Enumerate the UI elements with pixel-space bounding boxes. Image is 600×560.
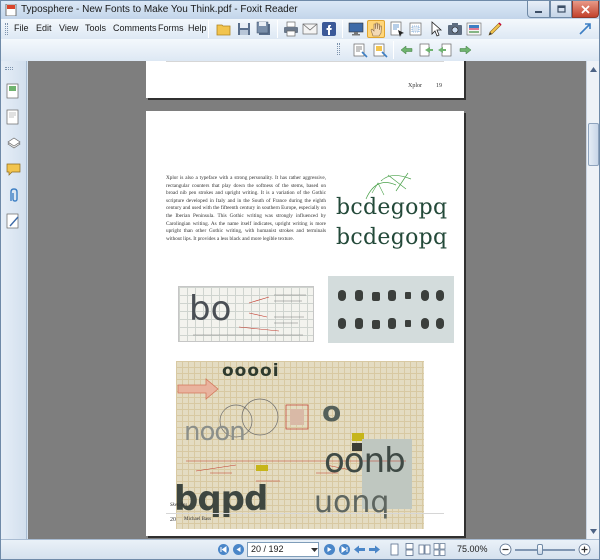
minimize-button[interactable] [527, 1, 550, 18]
foxit-window: Typosphere - New Fonts to Make You Think… [0, 0, 600, 560]
toolbar-separator [393, 41, 394, 59]
menu-forms[interactable]: Forms [158, 23, 184, 33]
forward-view-icon[interactable] [456, 41, 474, 59]
page-number-field[interactable]: 20 / 192 [247, 542, 319, 557]
menu-file[interactable]: File [14, 23, 29, 33]
menu-bar: File Edit View Tools Comments Forms Help [1, 19, 599, 39]
page-author: Michael Bass [184, 517, 212, 522]
maximize-button[interactable] [550, 1, 572, 18]
scroll-up-icon[interactable] [588, 63, 599, 75]
body-paragraph: Xplor is also a typeface with a strong p… [166, 175, 326, 242]
last-page-icon[interactable] [338, 543, 351, 556]
page-footer-number: 19 [436, 83, 442, 89]
figure-caption: Sketches [170, 503, 188, 508]
sketch-oonb-text: oonb [324, 441, 406, 481]
comments-icon[interactable] [6, 161, 22, 179]
sketch-composite: ooooi noon o oonb bqpd uonq [174, 361, 424, 529]
menu-comments[interactable]: Comments [113, 23, 157, 33]
title-bar: Typosphere - New Fonts to Make You Think… [1, 1, 599, 19]
toolbar-separator [342, 20, 343, 38]
save-as-icon[interactable] [255, 20, 273, 38]
page-footer-title: Xplor [408, 83, 422, 89]
print-icon[interactable] [282, 20, 300, 38]
menu-grip[interactable] [5, 23, 8, 35]
specimen-line-2: bcdegopq [336, 225, 448, 250]
navigation-panel [1, 61, 27, 539]
specimen-line-1: bcdegopq [336, 195, 448, 220]
status-bar: 20 / 192 75.00% [1, 539, 599, 559]
foxit-app-icon [5, 3, 17, 17]
toolbar-separator [208, 20, 209, 38]
arrow-icon[interactable] [576, 20, 594, 38]
continuous-page-icon[interactable] [403, 543, 416, 556]
counters-image [328, 276, 454, 343]
bookmarks-icon[interactable] [6, 109, 22, 127]
panel-grip[interactable] [5, 67, 13, 70]
menu-help[interactable]: Help [188, 23, 207, 33]
snapshot-icon[interactable] [408, 20, 426, 38]
menu-view[interactable]: View [59, 23, 78, 33]
back-view-icon[interactable] [398, 41, 416, 59]
typewriter-icon[interactable] [351, 41, 369, 59]
menu-tools[interactable]: Tools [85, 23, 106, 33]
first-page-icon[interactable] [217, 543, 230, 556]
scroll-thumb[interactable] [588, 123, 599, 166]
single-page-icon[interactable] [388, 543, 401, 556]
paperclip-icon[interactable] [6, 187, 22, 205]
window-title: Typosphere - New Fonts to Make You Think… [21, 4, 298, 15]
document-viewport[interactable]: Xplor 19 Xplor is also a typeface with a… [28, 61, 586, 539]
footer-rule [166, 513, 444, 514]
pdf-page: Xplor is also a typeface with a strong p… [146, 111, 464, 536]
open-folder-icon[interactable] [215, 20, 233, 38]
monitor-icon[interactable] [347, 20, 365, 38]
facebook-icon[interactable] [320, 20, 338, 38]
facing-pages-icon[interactable] [418, 543, 431, 556]
pencil-icon[interactable] [486, 20, 504, 38]
sketch-ooooi-text: ooooi [222, 361, 280, 381]
camera-icon[interactable] [446, 20, 464, 38]
zoom-slider-knob[interactable] [537, 544, 543, 555]
zoom-in-icon[interactable] [578, 543, 591, 556]
close-button[interactable] [572, 1, 599, 18]
secondary-toolbar [1, 39, 599, 61]
toolbar-separator [277, 20, 278, 38]
previous-page: Xplor 19 [146, 61, 464, 98]
arrow-pointer-icon[interactable] [427, 20, 445, 38]
go-forward-icon[interactable] [368, 543, 381, 556]
next-page-icon[interactable] [323, 543, 336, 556]
zoom-slider-track[interactable] [515, 549, 575, 551]
zoom-out-icon[interactable] [499, 543, 512, 556]
page-dropdown-icon[interactable] [310, 545, 318, 555]
vertical-scrollbar[interactable] [586, 61, 599, 539]
zoom-level: 75.00% [457, 544, 488, 554]
pages-icon[interactable] [6, 83, 22, 101]
layers-icon[interactable] [6, 135, 22, 153]
previous-page-icon[interactable] [232, 543, 245, 556]
signature-icon[interactable] [6, 213, 22, 231]
toolbar-grip[interactable] [337, 43, 340, 55]
sketch-uonq-text: uonq [314, 485, 390, 520]
menu-edit[interactable]: Edit [36, 23, 52, 33]
email-icon[interactable] [301, 20, 319, 38]
hand-tool-icon[interactable] [367, 20, 385, 38]
continuous-facing-icon[interactable] [433, 543, 446, 556]
page-forward-icon[interactable] [417, 41, 435, 59]
scroll-down-icon[interactable] [588, 525, 599, 537]
sketch-noon-text: noon [184, 417, 246, 447]
go-back-icon[interactable] [353, 543, 366, 556]
grid-sketch-bo: bo [178, 286, 314, 342]
textbox-icon[interactable] [371, 41, 389, 59]
dimensions-icon[interactable] [465, 20, 483, 38]
sketch-o-text: o [322, 395, 342, 428]
save-icon[interactable] [235, 20, 253, 38]
select-text-icon[interactable] [388, 20, 406, 38]
page-number: 20 [170, 517, 176, 523]
page-back-icon[interactable] [436, 41, 454, 59]
